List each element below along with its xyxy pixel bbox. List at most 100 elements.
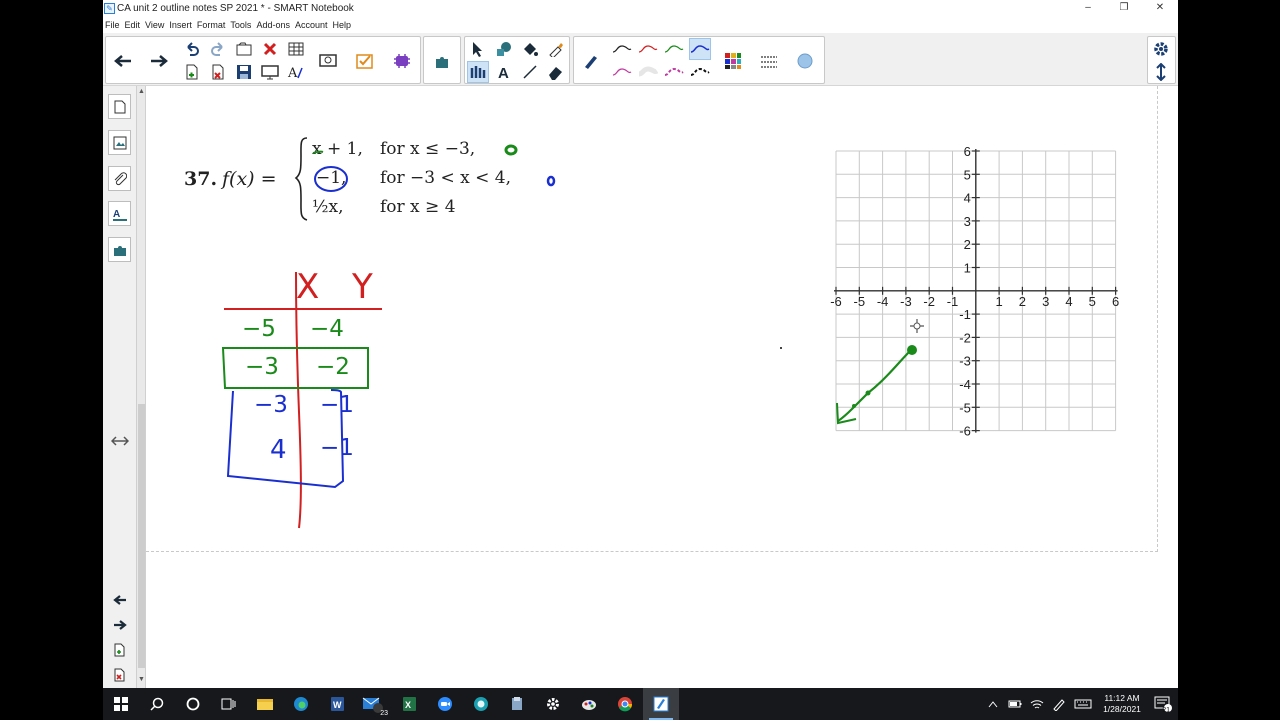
pen-style-black-icon[interactable] (611, 38, 633, 60)
attachments-tab[interactable] (108, 166, 131, 191)
smart-notebook-taskbar-icon[interactable] (643, 688, 679, 720)
sidebar-delete-page-icon[interactable] (108, 665, 131, 685)
wifi-icon[interactable] (1026, 688, 1048, 720)
keyboard-icon[interactable] (1070, 688, 1096, 720)
menu-format[interactable]: Format (197, 20, 226, 30)
redo-icon[interactable] (207, 38, 229, 60)
whiteboard-canvas[interactable]: 37. f(x) = x + 1, for x ≤ −3, −1, for −3… (146, 86, 1178, 688)
notifications-icon[interactable]: 21 (1148, 688, 1178, 720)
y-tick-label: 2 (964, 237, 971, 252)
x-tick-label: 2 (1019, 294, 1026, 309)
table-icon[interactable] (285, 38, 307, 60)
menu-help[interactable]: Help (333, 20, 352, 30)
edge-icon[interactable] (283, 688, 319, 720)
menu-add-ons[interactable]: Add-ons (256, 20, 290, 30)
shapes-icon[interactable] (493, 38, 515, 60)
color-palette-icon[interactable] (722, 50, 744, 72)
transparency-icon[interactable] (794, 50, 816, 72)
pen-style-highlight-icon[interactable] (637, 61, 659, 83)
x-tick-label: 4 (1065, 294, 1072, 309)
menu-file[interactable]: File (105, 20, 120, 30)
gallery-tab[interactable] (108, 130, 131, 155)
menu-edit[interactable]: Edit (125, 20, 141, 30)
text-icon[interactable]: A (493, 61, 515, 83)
x-tick-label: 6 (1112, 294, 1119, 309)
pen-style-red-icon[interactable] (637, 38, 659, 60)
fill-icon[interactable] (519, 38, 541, 60)
pen-style-blue-icon[interactable] (689, 38, 711, 60)
task-view-icon[interactable] (211, 688, 247, 720)
excel-icon[interactable]: X (391, 688, 427, 720)
toolbar-group-pen-styles (573, 36, 825, 84)
pen-style-magenta-icon[interactable] (611, 61, 633, 83)
previous-page-icon[interactable] (112, 50, 134, 72)
scroll-up-icon[interactable]: ▲ (137, 88, 146, 95)
menu-account[interactable]: Account (295, 20, 328, 30)
pen-style-dashed-magenta-icon[interactable] (663, 61, 685, 83)
handwriting-recognition-icon[interactable]: A (285, 61, 307, 83)
next-page-icon[interactable] (148, 50, 170, 72)
mail-icon[interactable]: 23 (355, 688, 391, 720)
file-explorer-icon[interactable] (247, 688, 283, 720)
add-ons-tab[interactable] (108, 237, 131, 262)
scrollbar-thumb[interactable] (138, 404, 145, 668)
window-title: CA unit 2 outline notes SP 2021 * - SMAR… (117, 3, 354, 14)
document-app-icon[interactable] (499, 688, 535, 720)
delete-icon[interactable] (259, 38, 281, 60)
x-tick-label: 3 (1042, 294, 1049, 309)
pen-style-dashed-black-icon[interactable] (689, 61, 711, 83)
pens-icon[interactable] (467, 61, 489, 83)
minimize-button[interactable]: – (1070, 0, 1106, 16)
eraser-icon[interactable] (545, 61, 567, 83)
function-lhs: f(x) = (222, 168, 277, 190)
sidebar-previous-page-icon[interactable] (108, 590, 131, 610)
close-button[interactable]: ✕ (1142, 0, 1178, 16)
line-style-icon[interactable] (758, 50, 780, 72)
start-button[interactable] (103, 688, 139, 720)
chrome-icon[interactable] (607, 688, 643, 720)
pen-style-green-icon[interactable] (663, 38, 685, 60)
sidebar-next-page-icon[interactable] (108, 615, 131, 635)
add-ons-icon[interactable] (431, 50, 453, 72)
system-clock[interactable]: 11:12 AM 1/28/2021 (1096, 693, 1148, 715)
search-icon[interactable] (139, 688, 175, 720)
maximize-button[interactable]: ❐ (1106, 0, 1142, 16)
zoom-icon[interactable] (427, 688, 463, 720)
move-toolbar-icon[interactable] (1150, 61, 1172, 83)
pen-type-icon[interactable] (580, 50, 602, 72)
word-icon[interactable]: W (319, 688, 355, 720)
gear-icon[interactable] (1150, 38, 1172, 60)
vertical-scrollbar[interactable]: ▲ ▼ (137, 86, 146, 688)
pen-workspace-icon[interactable] (1048, 688, 1070, 720)
sidebar-add-page-icon[interactable] (108, 640, 131, 660)
paint-icon[interactable] (571, 688, 607, 720)
scroll-down-icon[interactable]: ▼ (137, 676, 146, 683)
windows-taskbar: W 23 X 11:12 AM 1/28/2021 21 (103, 688, 1178, 720)
resize-sidebar-icon[interactable] (108, 431, 131, 451)
page-sorter-tab[interactable] (108, 94, 131, 119)
toolbar-group-settings (1147, 36, 1176, 84)
add-page-icon[interactable] (181, 61, 203, 83)
open-file-icon[interactable] (233, 38, 255, 60)
line-icon[interactable] (519, 61, 541, 83)
battery-icon[interactable] (1004, 688, 1026, 720)
response-icon[interactable] (354, 50, 376, 72)
stray-dot (780, 347, 782, 349)
lab-activity-icon[interactable] (391, 50, 413, 72)
menu-tools[interactable]: Tools (230, 20, 251, 30)
table-row-3-x: −3 (254, 392, 288, 418)
menu-insert[interactable]: Insert (169, 20, 192, 30)
save-icon[interactable] (233, 61, 255, 83)
show-hidden-icons-icon[interactable] (982, 688, 1004, 720)
magic-pen-icon[interactable] (545, 38, 567, 60)
properties-tab[interactable]: A (108, 201, 131, 226)
delete-page-icon[interactable] (207, 61, 229, 83)
document-camera-icon[interactable] (317, 50, 339, 72)
cortana-icon[interactable] (175, 688, 211, 720)
smart-tools-icon[interactable] (463, 688, 499, 720)
menu-view[interactable]: View (145, 20, 164, 30)
settings-icon[interactable] (535, 688, 571, 720)
screen-capture-icon[interactable] (259, 61, 281, 83)
undo-icon[interactable] (181, 38, 203, 60)
select-icon[interactable] (467, 38, 489, 60)
